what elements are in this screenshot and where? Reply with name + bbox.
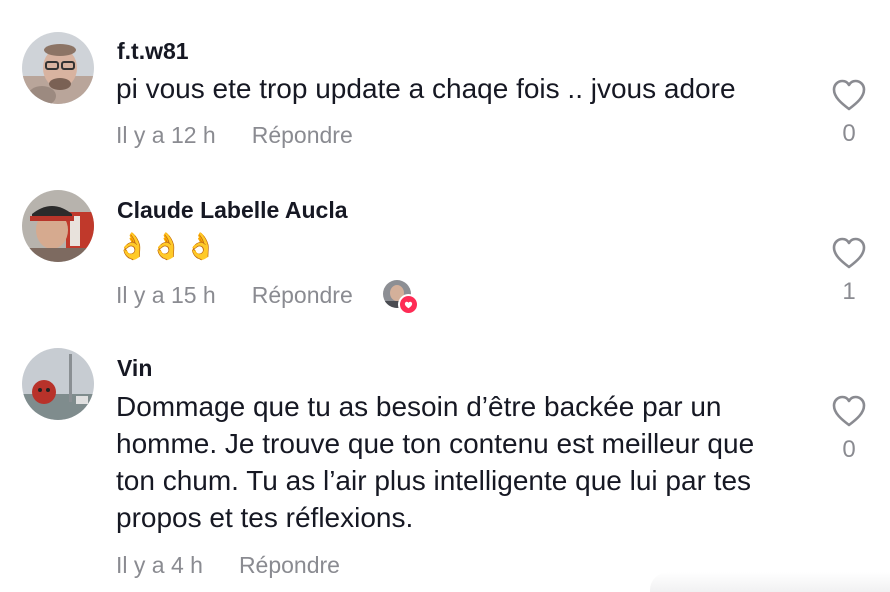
- comment-username[interactable]: Vin: [117, 355, 152, 382]
- comment-meta: Il y a 4 h Répondre: [116, 552, 340, 579]
- comment-username[interactable]: f.t.w81: [117, 38, 189, 65]
- like-button[interactable]: 0: [828, 394, 870, 464]
- heart-filled-icon: [397, 294, 419, 315]
- comment-text: 👌👌👌: [116, 231, 220, 261]
- reply-button[interactable]: Répondre: [252, 122, 353, 149]
- like-count: 0: [842, 436, 856, 463]
- creator-liked-badge: [382, 280, 419, 315]
- avatar[interactable]: [22, 190, 94, 262]
- comment-meta: Il y a 12 h Répondre: [116, 122, 353, 149]
- avatar[interactable]: [22, 32, 94, 104]
- like-count: 0: [842, 120, 856, 147]
- comment-time: Il y a 4 h: [116, 552, 203, 578]
- heart-outline-icon[interactable]: [831, 394, 867, 428]
- reply-button[interactable]: Répondre: [252, 282, 353, 309]
- comment-time: Il y a 15 h: [116, 281, 216, 308]
- heart-outline-icon[interactable]: [831, 236, 867, 270]
- comment-text: Dommage que tu as besoin d’être backée p…: [116, 391, 755, 533]
- like-button[interactable]: 0: [828, 78, 870, 148]
- comment-username[interactable]: Claude Labelle Aucla: [117, 197, 348, 224]
- comment-time: Il y a 12 h: [116, 122, 216, 148]
- like-count: 1: [842, 278, 856, 305]
- like-button[interactable]: 1: [828, 236, 870, 306]
- heart-outline-icon[interactable]: [831, 78, 867, 112]
- comment-text: pi vous ete trop update a chaqe fois .. …: [116, 73, 736, 104]
- comment-meta: Il y a 15 h Répondre: [116, 280, 419, 315]
- reply-button[interactable]: Répondre: [239, 552, 340, 579]
- bottom-panel-edge: [650, 572, 890, 592]
- avatar[interactable]: [22, 348, 94, 420]
